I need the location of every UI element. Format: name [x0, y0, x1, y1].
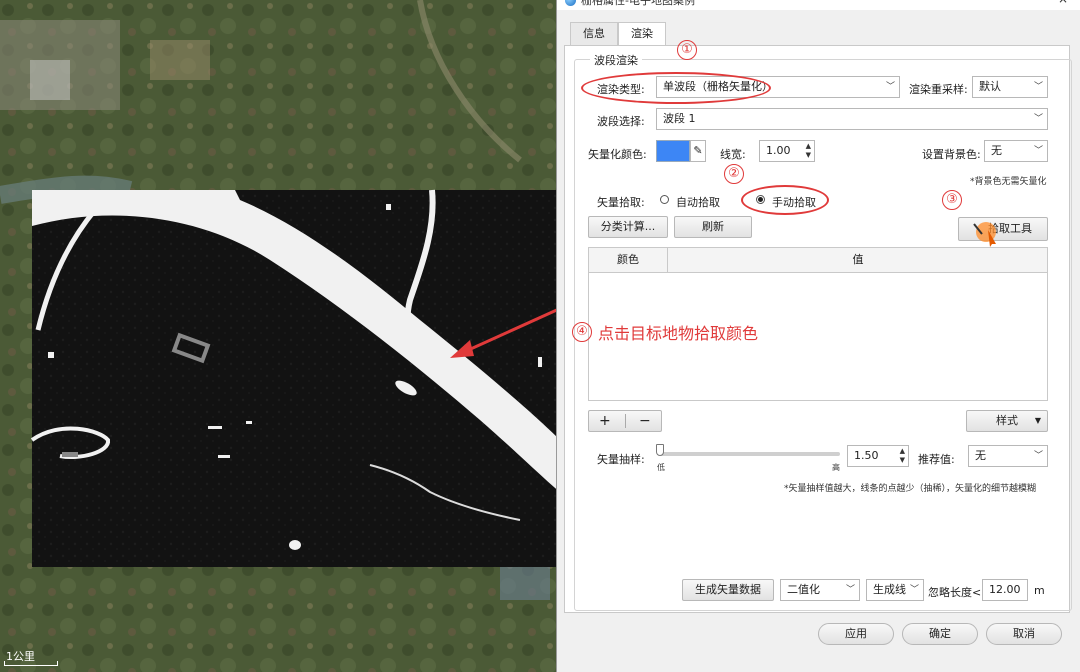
line-width-label: 线宽: — [720, 148, 746, 161]
refresh-button[interactable]: 刷新 — [674, 216, 752, 238]
sampling-label: 矢量抽样: — [597, 453, 645, 466]
chevron-down-icon: ﹀ — [845, 585, 855, 595]
spinner-arrows-icon[interactable]: ▲ ▼ — [806, 142, 811, 160]
caret-down-icon: ▼ — [1034, 416, 1041, 425]
step-1-marker: ① — [677, 40, 697, 60]
output-mode-select[interactable]: 二值化 ﹀ — [780, 579, 860, 601]
render-type-label: 渲染类型: — [597, 83, 645, 96]
app-icon — [565, 0, 576, 6]
background-label: 设置背景色: — [922, 148, 981, 161]
render-type-value: 单波段（栅格矢量化） — [663, 80, 773, 93]
recommend-value: 无 — [975, 449, 986, 462]
style-button[interactable]: 样式 ▼ — [966, 410, 1048, 432]
sampling-low-label: 低 — [657, 463, 665, 472]
tab-render[interactable]: 渲染 — [618, 22, 666, 46]
chevron-down-icon: ﹀ — [1033, 451, 1043, 461]
sampling-note: *矢量抽样值越大，线条的点越少（抽稀），矢量化的细节越模糊 — [784, 484, 1037, 494]
cancel-button[interactable]: 取消 — [986, 623, 1062, 645]
background-value: 无 — [991, 144, 1002, 157]
background-note: *背景色无需矢量化 — [970, 177, 1047, 187]
sampling-high-label: 高 — [832, 463, 840, 472]
ignore-length-label: 忽略长度< — [928, 586, 982, 599]
vector-color-label: 矢量化颜色: — [588, 148, 647, 161]
generate-vector-button[interactable]: 生成矢量数据 — [682, 579, 774, 601]
manual-pick-radio[interactable] — [756, 195, 765, 204]
chevron-down-icon: ﹀ — [1033, 114, 1043, 124]
chevron-down-icon: ﹀ — [885, 82, 895, 92]
add-button[interactable]: + — [599, 411, 611, 431]
ok-button[interactable]: 确定 — [902, 623, 978, 645]
unit-label: m — [1034, 584, 1045, 597]
auto-pick-radio[interactable] — [660, 195, 669, 204]
scale-bar: 1公里 — [4, 648, 64, 672]
classify-button[interactable]: 分类计算... — [588, 216, 668, 238]
sampling-slider-track[interactable] — [660, 452, 840, 456]
style-label: 样式 — [996, 414, 1018, 427]
ignore-length-input[interactable]: 12.00 — [982, 579, 1028, 601]
recommend-label: 推荐值: — [918, 453, 955, 466]
resample-label: 渲染重采样: — [909, 83, 968, 96]
resample-select[interactable]: 默认 ﹀ — [972, 76, 1048, 98]
window-title: 栅格属性-电子地图案例 — [581, 0, 695, 7]
spinner-arrows-icon[interactable]: ▲ ▼ — [900, 447, 905, 465]
chevron-down-icon: ﹀ — [909, 585, 919, 595]
add-remove-group: + − — [588, 410, 662, 432]
geometry-value: 生成线 — [873, 583, 906, 596]
geometry-select[interactable]: 生成线 ﹀ — [866, 579, 924, 601]
resample-value: 默认 — [979, 80, 1001, 93]
vector-color-swatch[interactable] — [656, 140, 690, 162]
column-header-value[interactable]: 值 — [668, 248, 1048, 272]
chevron-down-icon: ﹀ — [1033, 146, 1043, 156]
eyedropper-icon[interactable]: ✎ — [690, 140, 706, 162]
chevron-down-icon: ﹀ — [1033, 82, 1043, 92]
background-select[interactable]: 无 ﹀ — [984, 140, 1048, 162]
recommend-select[interactable]: 无 ﹀ — [968, 445, 1048, 467]
line-width-value: 1.00 — [766, 144, 791, 157]
render-type-select[interactable]: 单波段（栅格矢量化） ﹀ — [656, 76, 900, 98]
band-label: 波段选择: — [597, 115, 645, 128]
pointer-hand-icon — [973, 222, 996, 247]
manual-pick-label[interactable]: 手动拾取 — [772, 194, 816, 210]
step-2-marker: ② — [724, 164, 744, 184]
pick-mode-label: 矢量拾取: — [597, 196, 645, 209]
title-bar: 栅格属性-电子地图案例 × — [557, 0, 1080, 10]
step-4-marker: ④ — [572, 322, 592, 342]
tab-info[interactable]: 信息 — [570, 22, 618, 45]
step-4-callout: ④ 点击目标地物拾取颜色 — [572, 320, 758, 344]
step-3-marker: ③ — [942, 190, 962, 210]
step-4-text: 点击目标地物拾取颜色 — [598, 324, 759, 343]
raster-preview — [30, 189, 560, 567]
ignore-length-value: 12.00 — [989, 583, 1021, 596]
sampling-spinner[interactable]: 1.50 ▲ ▼ — [847, 445, 909, 467]
auto-pick-label[interactable]: 自动拾取 — [676, 194, 720, 210]
output-mode-value: 二值化 — [787, 583, 820, 596]
band-value: 波段 1 — [663, 112, 696, 125]
table-header: 颜色 值 — [589, 248, 1047, 273]
band-select[interactable]: 波段 1 ﹀ — [656, 108, 1048, 130]
line-width-spinner[interactable]: 1.00 ▲ ▼ — [759, 140, 815, 162]
column-header-color[interactable]: 颜色 — [589, 248, 667, 272]
sampling-slider-thumb[interactable] — [656, 444, 664, 456]
apply-button[interactable]: 应用 — [818, 623, 894, 645]
sampling-value: 1.50 — [854, 449, 879, 462]
remove-button[interactable]: − — [639, 411, 651, 431]
close-icon[interactable]: × — [1058, 0, 1068, 6]
group-title: 波段渲染 — [590, 52, 642, 68]
